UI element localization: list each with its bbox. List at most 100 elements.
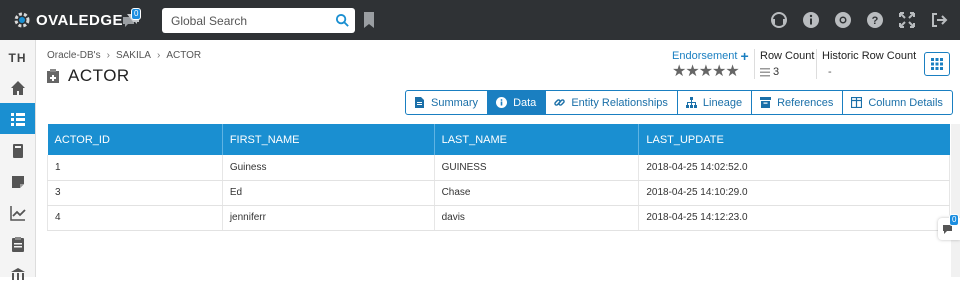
tab-column-details[interactable]: Column Details — [842, 90, 953, 115]
page-title-row: ACTOR — [47, 66, 130, 86]
breadcrumb-item[interactable]: ACTOR — [166, 50, 201, 61]
sidebar-item-clipboard[interactable] — [0, 228, 35, 259]
table-cell: jenniferr — [222, 205, 435, 231]
info-icon — [496, 97, 508, 108]
clipboard-icon — [11, 236, 24, 252]
table-header-row: ACTOR_ID FIRST_NAME LAST_NAME LAST_UPDAT… — [47, 124, 950, 155]
table-row: 1 Guiness GUINESS 2018-04-25 14:02:52.0 — [47, 155, 950, 181]
table-cell: 1 — [47, 155, 223, 181]
chat-badge: 0 — [131, 8, 142, 20]
data-table: ACTOR_ID FIRST_NAME LAST_NAME LAST_UPDAT… — [47, 124, 950, 231]
table-cell: 3 — [47, 180, 223, 206]
table-cell: GUINESS — [434, 155, 640, 181]
sidebar-item-book[interactable] — [0, 135, 35, 166]
bank-icon — [10, 267, 25, 280]
sidebar-item-home[interactable] — [0, 72, 35, 103]
tab-references[interactable]: References — [751, 90, 844, 115]
breadcrumb-separator: › — [156, 50, 161, 61]
top-right-icons: ? — [770, 11, 948, 29]
headset-icon[interactable] — [770, 11, 788, 29]
tab-lineage[interactable]: Lineage — [676, 90, 753, 115]
link-icon — [554, 99, 566, 106]
divider — [816, 49, 817, 79]
vertical-scrollbar[interactable] — [951, 124, 960, 277]
breadcrumb-item[interactable]: SAKILA — [116, 50, 151, 61]
plus-icon: + — [740, 48, 749, 64]
tab-label: Lineage — [702, 96, 743, 109]
bars-icon — [760, 67, 770, 76]
sidebar-item-analytics[interactable] — [0, 197, 35, 228]
apps-menu-button[interactable] — [924, 52, 950, 76]
column-header[interactable]: LAST_NAME — [434, 124, 640, 155]
tab-label: Column Details — [868, 96, 943, 109]
historic-row-count: Historic Row Count - — [822, 50, 916, 78]
column-header[interactable]: FIRST_NAME — [222, 124, 435, 155]
sitemap-icon — [685, 97, 697, 108]
breadcrumb-item[interactable]: Oracle-DB's — [47, 50, 101, 61]
top-bar: OVALEDGE 0 ? — [0, 0, 960, 40]
home-icon — [10, 80, 25, 95]
column-header[interactable]: ACTOR_ID — [47, 124, 223, 155]
grid-icon — [931, 58, 943, 70]
table-cell: 4 — [47, 205, 223, 231]
tab-label: Data — [513, 96, 537, 109]
table-cell: 2018-04-25 14:10:29.0 — [638, 180, 950, 206]
tab-entity-relationships[interactable]: Entity Relationships — [545, 90, 678, 115]
search-icon[interactable] — [335, 13, 350, 28]
chat-button[interactable]: 0 — [121, 8, 143, 31]
global-search — [162, 8, 355, 33]
svg-text:?: ? — [872, 15, 879, 27]
bookmark-icon[interactable] — [363, 12, 375, 28]
object-tabs: Summary Data Entity Relationships Lineag… — [405, 90, 953, 115]
table-row: 4 jenniferr davis 2018-04-25 14:12:23.0 — [47, 205, 950, 231]
tab-summary[interactable]: Summary — [405, 90, 489, 115]
columns-icon — [851, 97, 863, 108]
floating-chat-button[interactable]: 0 — [938, 214, 960, 240]
user-initials[interactable]: TH — [0, 42, 35, 73]
table-cell: davis — [434, 205, 640, 231]
tab-label: References — [777, 96, 834, 109]
ovaledge-logo[interactable]: OVALEDGE — [12, 9, 123, 31]
table-cell: Chase — [434, 180, 640, 206]
table-cell: Ed — [222, 180, 435, 206]
list-icon — [10, 112, 25, 126]
expand-icon[interactable] — [898, 11, 916, 29]
inbox-icon — [760, 97, 772, 108]
sidebar-item-notes[interactable] — [0, 166, 35, 197]
book-icon — [12, 143, 23, 158]
chrome-icon[interactable] — [834, 11, 852, 29]
global-search-input[interactable] — [162, 9, 327, 32]
star-rating[interactable]: ★★★★★ — [672, 63, 750, 80]
tab-data[interactable]: Data — [487, 90, 547, 115]
divider — [754, 49, 755, 79]
endorsement-label: Endorsement — [672, 50, 738, 62]
tab-label: Summary — [431, 96, 479, 109]
table-cell: 2018-04-25 14:12:23.0 — [638, 205, 950, 231]
sidebar-item-bank[interactable] — [0, 259, 35, 290]
file-icon — [415, 97, 424, 108]
tab-label: Entity Relationships — [571, 96, 668, 109]
gear-logo-icon — [14, 12, 30, 28]
info-icon[interactable] — [802, 11, 820, 29]
table-cell: 2018-04-25 14:02:52.0 — [638, 155, 950, 181]
sticky-note-icon — [11, 175, 24, 188]
endorsement-button[interactable]: Endorsement + — [672, 48, 750, 64]
sidebar-item-catalog[interactable] — [0, 103, 35, 134]
historic-row-count-value: - — [828, 66, 832, 78]
help-icon[interactable]: ? — [866, 11, 884, 29]
line-chart-icon — [9, 205, 26, 221]
column-header[interactable]: LAST_UPDATE — [638, 124, 950, 155]
breadcrumb: Oracle-DB's › SAKILA › ACTOR — [47, 50, 201, 61]
floating-chat-badge: 0 — [949, 214, 960, 226]
historic-row-count-label: Historic Row Count — [822, 50, 917, 62]
table-object-icon — [47, 69, 59, 83]
left-sidebar: TH — [0, 40, 36, 280]
breadcrumb-separator: › — [106, 50, 110, 61]
endorsement: Endorsement + ★★★★★ — [672, 48, 750, 80]
brand-name: OVALEDGE — [36, 11, 124, 29]
user-initials-text: TH — [8, 50, 27, 65]
logout-icon[interactable] — [930, 11, 948, 29]
page-title: ACTOR — [68, 66, 130, 85]
row-count-label: Row Count — [760, 50, 815, 62]
row-count-value: 3 — [773, 66, 780, 78]
